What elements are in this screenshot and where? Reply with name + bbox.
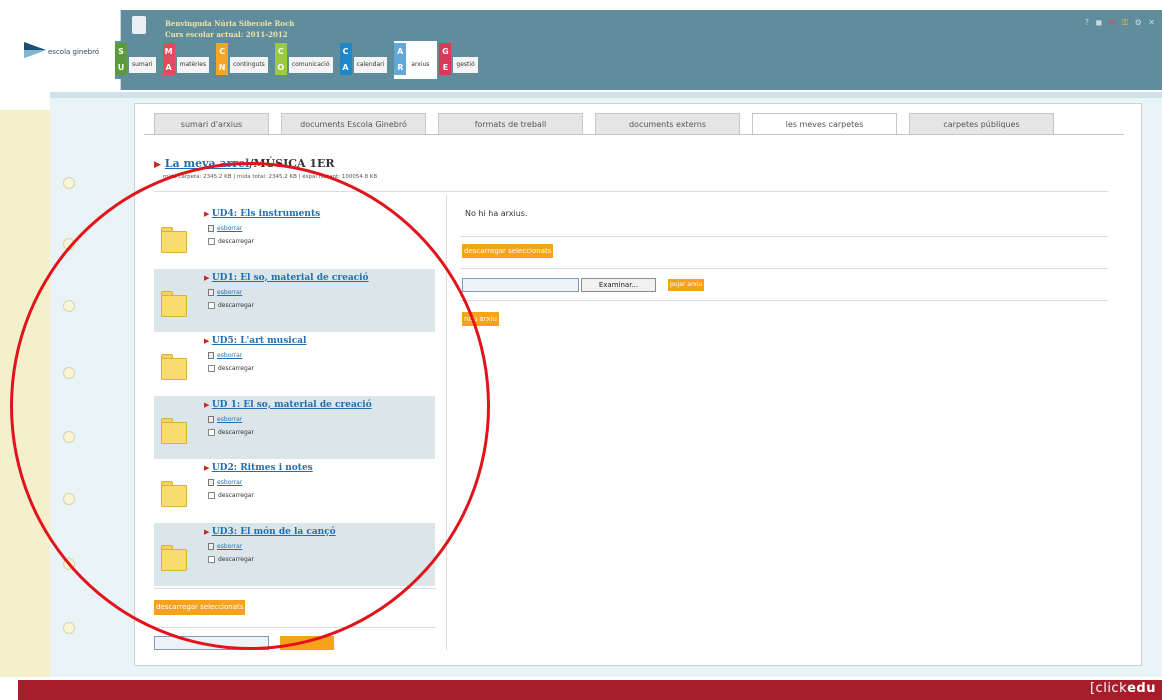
module-badge: SU (115, 43, 127, 75)
close-icon[interactable]: ✕ (1148, 18, 1156, 27)
module-label: matèries (176, 57, 210, 73)
module-label: continguts (230, 57, 268, 73)
tab-sumari-arxius[interactable]: sumari d'arxius (154, 113, 269, 135)
module-tab-comunicacio[interactable]: CO comunicació (274, 41, 338, 79)
module-badge: CN (216, 43, 229, 75)
school-year-text: Curs escolar actual: 2011-2012 (165, 30, 288, 39)
divider (460, 300, 1108, 301)
subtab-bar: sumari d'arxius documents Escola Ginebró… (154, 113, 1066, 135)
clickedu-logo: [clickedu (1089, 681, 1156, 696)
module-badge: AR (394, 43, 407, 75)
module-tab-arxius[interactable]: AR arxius (394, 41, 438, 79)
school-logo[interactable]: escola ginebró (18, 10, 121, 90)
module-label: sumari (129, 57, 156, 73)
tab-documents-externs[interactable]: documents externs (595, 113, 740, 135)
module-tab-calendari[interactable]: CA calendari (339, 41, 393, 79)
welcome-text: Benvinguda Núria Sibecole Roch (165, 19, 295, 28)
user-icon (132, 16, 146, 34)
help-icon[interactable]: ? (1085, 18, 1090, 27)
module-label: arxius (408, 57, 433, 73)
top-toolbar: ? ◼ ✉ ⚿ ⚙ ✕ (1083, 18, 1156, 28)
logo-mark-icon (24, 42, 46, 58)
logo-text: escola ginebró (48, 48, 100, 56)
settings-icon[interactable]: ⚙ (1135, 18, 1143, 27)
tab-formats-treball[interactable]: formats de treball (438, 113, 583, 135)
highlight-circle-annotation (10, 162, 490, 650)
module-badge: GE (439, 43, 452, 75)
divider (144, 134, 1124, 135)
upload-file-button[interactable]: pujar arxiu (668, 279, 705, 291)
browse-button[interactable]: Examinar... (581, 278, 656, 292)
key-icon[interactable]: ⚿ (1122, 18, 1129, 28)
tab-documents-escola[interactable]: documents Escola Ginebró (281, 113, 426, 135)
tab-meves-carpetes[interactable]: les meves carpetes (752, 113, 897, 135)
module-tab-continguts[interactable]: CN continguts (216, 41, 273, 79)
file-path-input[interactable] (462, 278, 579, 292)
divider (460, 236, 1108, 237)
empty-files-message: No hi ha arxius. (465, 209, 528, 218)
binder-ring (63, 177, 75, 189)
tab-carpetes-publiques[interactable]: carpetes públiques (909, 113, 1054, 135)
module-label: calendari (353, 57, 388, 73)
module-badge: CA (339, 43, 352, 75)
module-label: comunicació (288, 57, 333, 73)
module-tab-sumari[interactable]: SU sumari (115, 41, 161, 79)
mail-icon[interactable]: ✉ (1109, 18, 1117, 27)
module-label: gestió (453, 57, 478, 73)
triangle-right-icon: ▶ (154, 160, 161, 170)
binder-ring (63, 622, 75, 634)
footer-bar: [clickedu (18, 680, 1162, 700)
divider (460, 268, 1108, 269)
module-badge: MA (162, 43, 175, 75)
module-tab-gestio[interactable]: GE gestió (439, 41, 483, 79)
module-badge: CO (274, 43, 287, 75)
print-icon[interactable]: ◼ (1096, 18, 1104, 27)
download-selected-files-button[interactable]: descarregar seleccionats (462, 244, 554, 258)
module-tab-materies[interactable]: MA matèries (162, 41, 215, 79)
module-tabs: SU sumari MA matèries CN continguts CO c… (115, 41, 483, 83)
